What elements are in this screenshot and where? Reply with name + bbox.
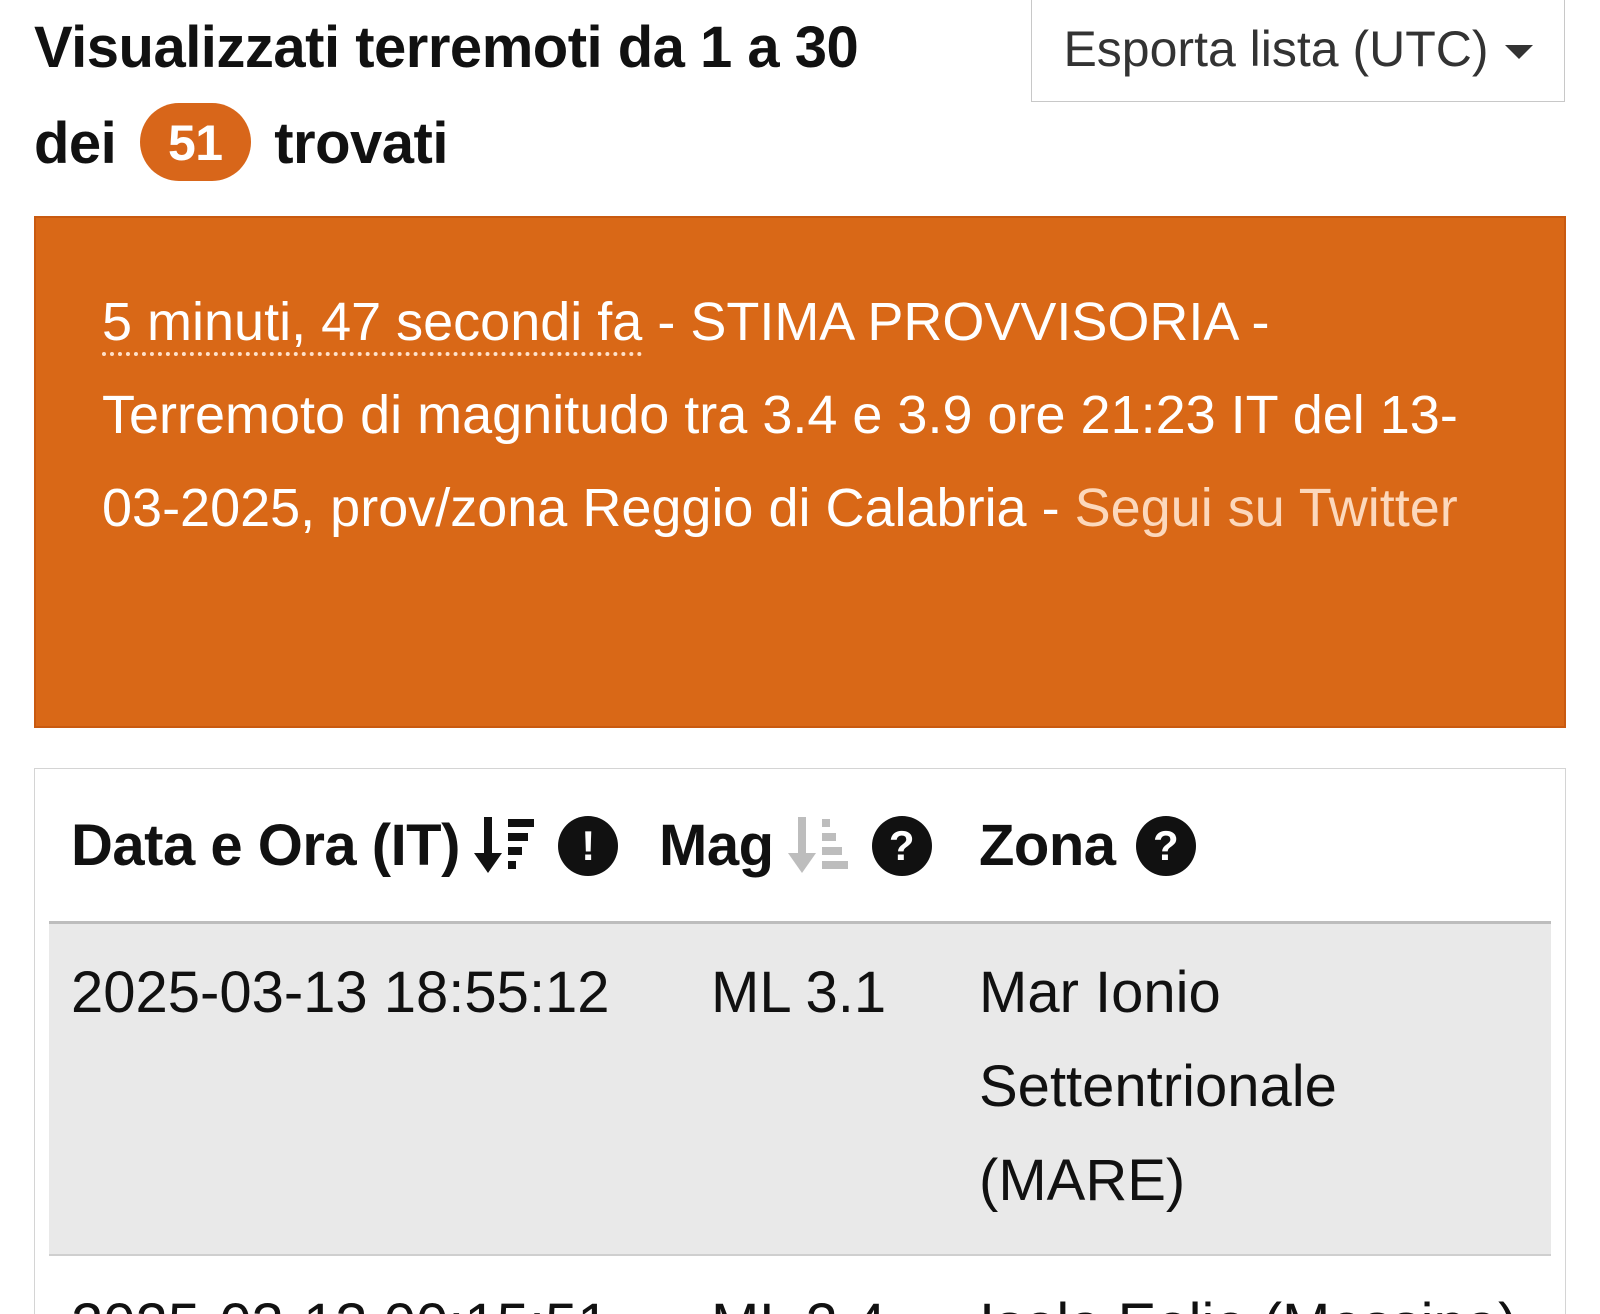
column-header-zona-label: Zona [979,813,1116,878]
warning-circle-icon[interactable]: ! [557,816,618,876]
results-suffix: trovati [274,111,448,176]
column-header-zona[interactable]: Zona ? [979,811,1196,881]
results-count-badge: 51 [139,102,251,181]
column-header-mag[interactable]: Mag ? [659,811,932,881]
follow-twitter-link[interactable]: Segui su Twitter [1075,478,1458,538]
export-list-label: Esporta lista (UTC) [1063,21,1489,77]
alert-time-ago[interactable]: 5 minuti, 47 secondi fa [102,292,643,356]
help-circle-icon[interactable]: ? [1135,816,1196,876]
table-header: Data e Ora (IT) ! Mag ? Zona ? [35,769,1565,921]
row-date: 2025-03-13 00:15:51 [71,1278,631,1314]
row-magnitude: ML 2.4 [711,1278,951,1314]
row-zone-link[interactable]: Mar Ionio Settentrionale (MARE) [979,946,1539,1228]
sort-inactive-icon[interactable] [786,813,852,879]
row-magnitude: ML 3.1 [711,960,887,1025]
sort-descending-icon[interactable] [472,813,538,879]
row-zone-link[interactable]: Isola Eolie (Messina) [979,1278,1539,1314]
table-row[interactable]: 2025-03-13 18:55:12 ML 3.1 Mar Ionio Set… [49,924,1551,1256]
page: Visualizzati terremoti da 1 a 30 dei 51 … [0,0,1600,1314]
caret-down-icon [1504,45,1533,59]
table-row[interactable]: 2025-03-13 00:15:51 ML 2.4 Isola Eolie (… [49,1256,1551,1314]
column-header-mag-label: Mag [659,813,774,878]
row-date: 2025-03-13 18:55:12 [71,960,610,1025]
column-header-date[interactable]: Data e Ora (IT) ! [71,811,618,881]
earthquake-alert-banner: 5 minuti, 47 secondi fa - STIMA PROVVISO… [34,216,1566,728]
earthquake-table: Data e Ora (IT) ! Mag ? Zona ? 2025-03-1… [34,768,1566,1314]
results-heading: Visualizzati terremoti da 1 a 30 dei 51 … [34,0,934,192]
export-list-button[interactable]: Esporta lista (UTC) [1031,0,1565,102]
column-header-date-label: Data e Ora (IT) [71,813,460,878]
help-circle-icon[interactable]: ? [871,816,932,876]
